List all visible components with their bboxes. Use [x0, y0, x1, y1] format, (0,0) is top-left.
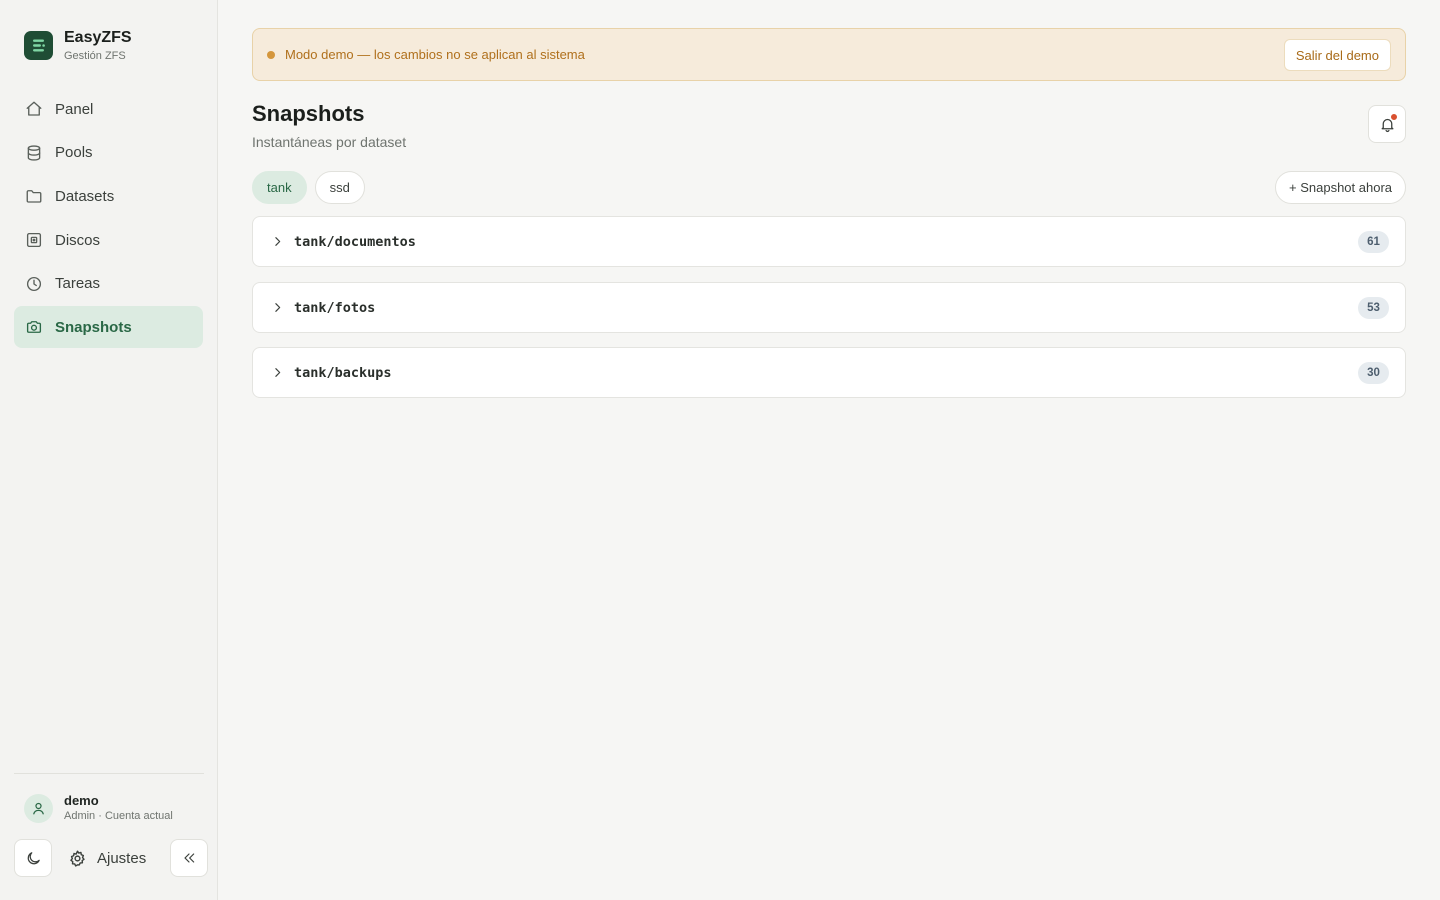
- sidebar-item-label: Snapshots: [55, 318, 132, 336]
- snapshot-count-badge: 61: [1358, 231, 1389, 253]
- database-icon: [27, 145, 41, 161]
- user-card[interactable]: demo Admin · Cuenta actual: [24, 793, 173, 823]
- dataset-row-fotos[interactable]: tank/fotos 53: [252, 281, 1406, 333]
- user-name: demo: [64, 793, 99, 808]
- home-icon: [26, 101, 42, 116]
- sidebar-item-label: Tareas: [55, 275, 101, 293]
- sidebar-item-pools[interactable]: Pools: [14, 132, 203, 174]
- chevron-right-icon: [275, 302, 281, 312]
- collapse-sidebar-button[interactable]: [170, 839, 208, 877]
- user-role: Admin · Cuenta actual: [64, 810, 173, 822]
- sidebar-item-label: Datasets: [55, 187, 115, 205]
- sidebar-item-label: Discos: [55, 231, 101, 249]
- tab-pool-ssd[interactable]: ssd: [314, 171, 365, 204]
- sidebar-nav: Panel Pools Datasets Discos Tareas Snaps…: [14, 88, 203, 350]
- notifications-button[interactable]: [1368, 105, 1406, 143]
- exit-demo-button[interactable]: Salir del demo: [1283, 39, 1391, 71]
- camera-icon: [26, 321, 42, 334]
- sidebar-footer: Ajustes: [14, 839, 208, 877]
- notification-dot: [1390, 113, 1398, 121]
- dataset-name: tank/documentos: [294, 234, 416, 250]
- user-icon: [33, 802, 44, 814]
- folder-icon: [26, 190, 42, 204]
- chevrons-left-icon: [184, 853, 195, 863]
- sidebar-item-discos[interactable]: Discos: [14, 219, 203, 261]
- theme-toggle-button[interactable]: [14, 839, 52, 877]
- sidebar-item-panel[interactable]: Panel: [14, 88, 203, 130]
- sidebar-item-label: Pools: [55, 144, 93, 162]
- clock-icon: [26, 276, 42, 291]
- dataset-name: tank/backups: [294, 365, 392, 381]
- sidebar: EasyZFS Gestión ZFS Panel Pools Datasets: [0, 0, 218, 900]
- pool-tabs: tank ssd: [252, 171, 373, 204]
- dataset-row-documentos[interactable]: tank/documentos 61: [252, 216, 1406, 267]
- easyzfs-logo-icon: [24, 31, 53, 60]
- brand-subtitle: Gestión ZFS: [64, 50, 126, 62]
- page-title: Snapshots: [252, 101, 365, 126]
- sidebar-item-snapshots[interactable]: Snapshots: [14, 306, 203, 349]
- settings-label: Ajustes: [97, 849, 147, 867]
- dataset-row-backups[interactable]: tank/backups 30: [252, 347, 1406, 398]
- snapshot-count-badge: 30: [1358, 362, 1389, 384]
- sidebar-item-datasets[interactable]: Datasets: [14, 175, 203, 217]
- sidebar-divider: [14, 773, 204, 774]
- disk-icon: [26, 233, 42, 248]
- moon-icon: [27, 851, 40, 864]
- sidebar-item-label: Panel: [55, 100, 94, 118]
- snapshot-now-button[interactable]: + Snapshot ahora: [1275, 171, 1406, 204]
- settings-button[interactable]: Ajustes: [66, 839, 146, 877]
- page-subtitle: Instantáneas por dataset: [252, 134, 407, 150]
- snapshot-count-badge: 53: [1358, 296, 1389, 319]
- sidebar-item-tareas[interactable]: Tareas: [14, 263, 203, 305]
- demo-status-dot: [267, 51, 275, 59]
- dataset-name: tank/fotos: [294, 299, 376, 316]
- dataset-list: tank/documentos 61 tank/fotos 53 tank/ba…: [252, 216, 1406, 413]
- demo-banner-text: Modo demo — los cambios no se aplican al…: [285, 47, 585, 62]
- demo-banner: Modo demo — los cambios no se aplican al…: [252, 28, 1406, 81]
- brand-title: EasyZFS: [64, 29, 132, 46]
- main-content: Modo demo — los cambios no se aplican al…: [252, 0, 1406, 900]
- brand[interactable]: EasyZFS Gestión ZFS: [24, 28, 132, 63]
- avatar: [24, 793, 53, 823]
- chevron-right-icon: [275, 237, 281, 246]
- chevron-right-icon: [275, 368, 281, 377]
- gear-icon: [70, 850, 85, 867]
- tab-pool-tank[interactable]: tank: [252, 171, 307, 204]
